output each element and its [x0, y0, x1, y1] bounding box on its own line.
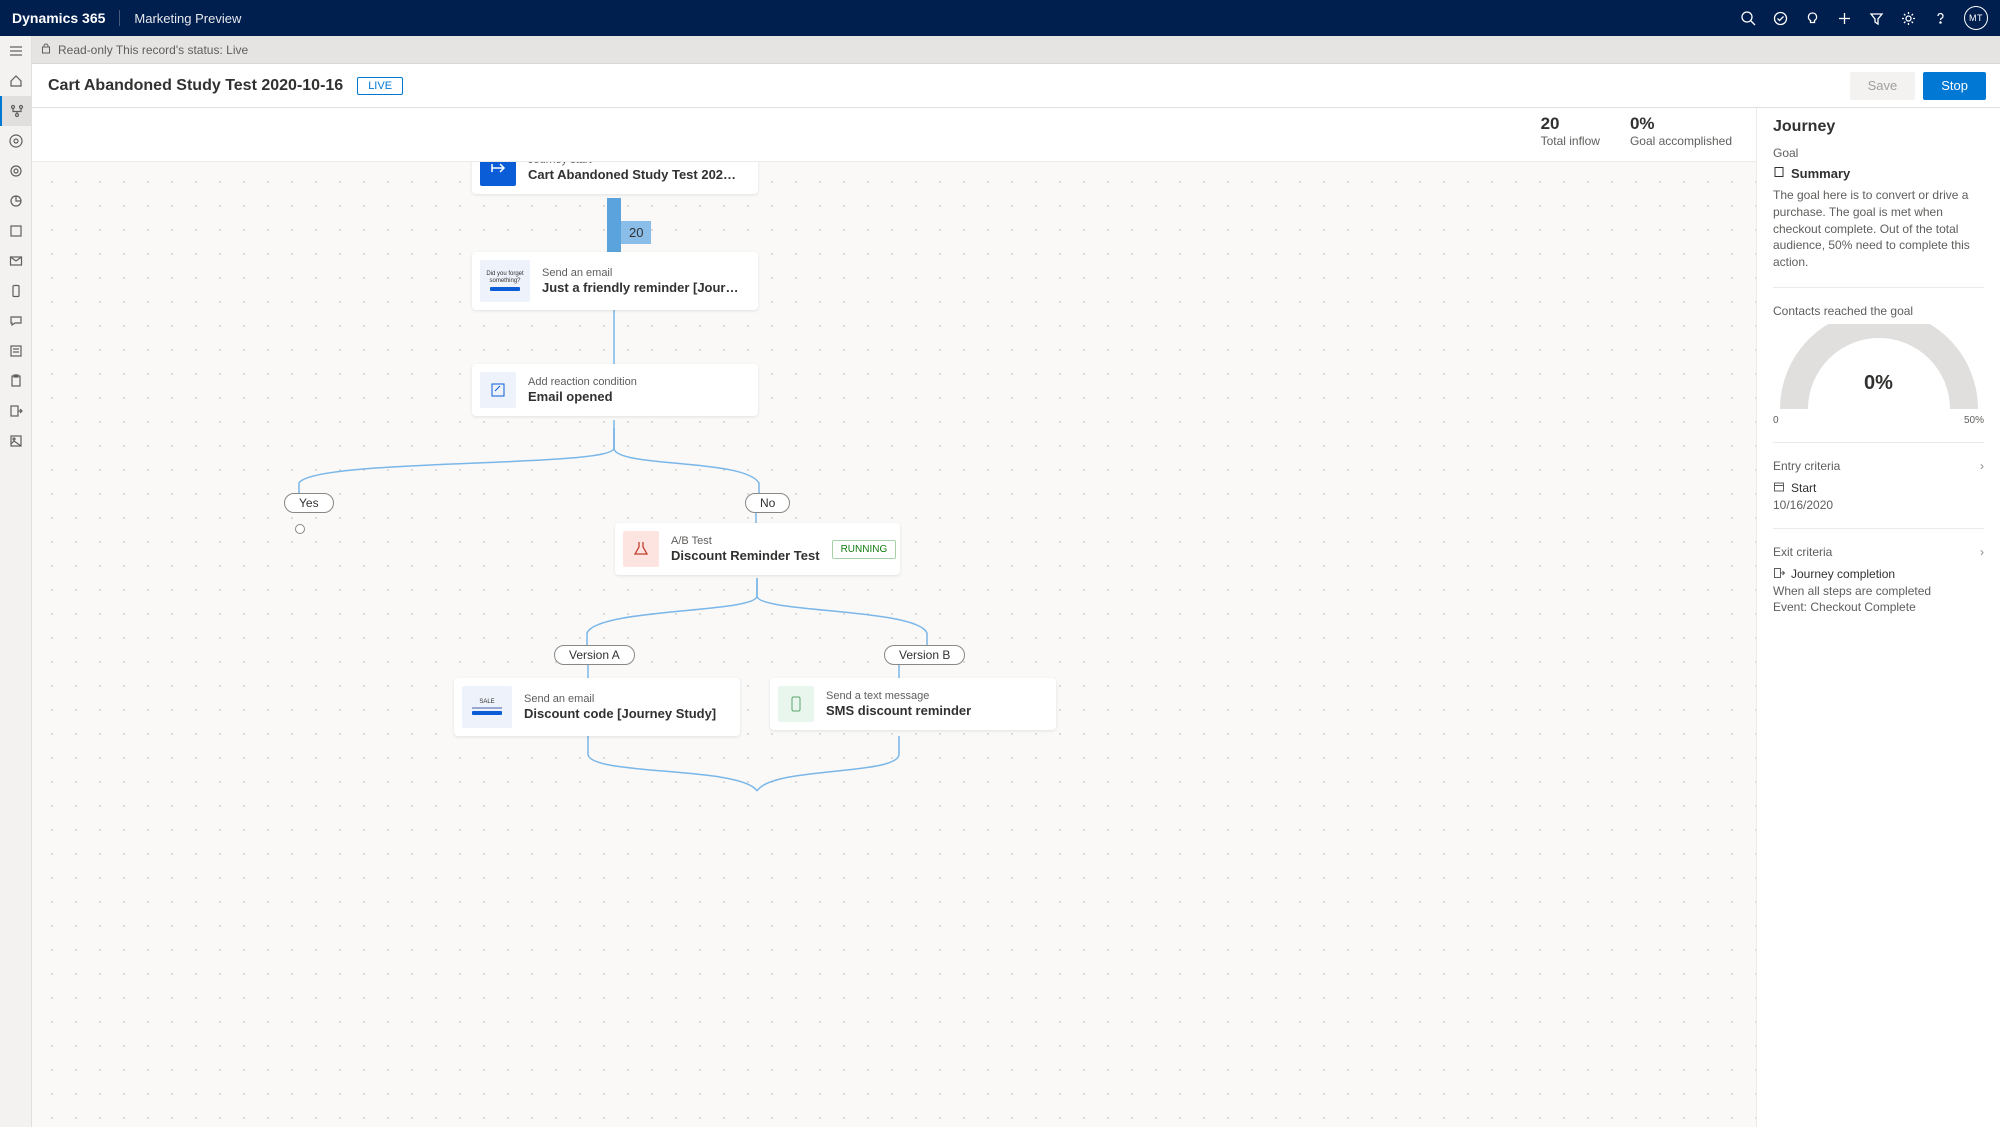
page-header: Cart Abandoned Study Test 2020-10-16 LIV…	[0, 64, 2000, 108]
nav-chat-icon[interactable]	[0, 306, 32, 336]
journey-canvas[interactable]: 20 Total inflow 0% Goal accomplished 20	[32, 108, 1756, 1127]
card-sub: Send an email	[524, 693, 716, 705]
card-title: Discount code [Journey Study]	[524, 706, 716, 721]
branch-no-pill[interactable]: No	[745, 493, 790, 513]
stat-goal-value: 0%	[1630, 114, 1732, 134]
goal-gauge: 0% 0 50%	[1773, 324, 1984, 426]
entry-start: Start	[1773, 481, 1984, 496]
nav-mail-icon[interactable]	[0, 246, 32, 276]
summary-heading: Summary	[1773, 166, 1984, 181]
version-a-pill[interactable]: Version A	[554, 645, 635, 665]
flow-count: 20	[621, 221, 651, 244]
card-title: Email opened	[528, 389, 637, 404]
help-icon[interactable]	[1924, 0, 1956, 36]
add-icon[interactable]	[1828, 0, 1860, 36]
stat-goal-label: Goal accomplished	[1630, 134, 1732, 148]
stat-inflow-label: Total inflow	[1541, 134, 1600, 148]
nav-box-icon[interactable]	[0, 216, 32, 246]
task-check-icon[interactable]	[1764, 0, 1796, 36]
nav-image-icon[interactable]	[0, 426, 32, 456]
card-send-email-1[interactable]: Did you forget something? Send an email …	[472, 252, 758, 310]
gauge-min: 0	[1773, 415, 1779, 426]
ab-test-icon	[623, 531, 659, 567]
card-sub: Send a text message	[826, 690, 971, 702]
stats-bar: 20 Total inflow 0% Goal accomplished	[32, 108, 1756, 162]
exit-icon	[1773, 567, 1785, 582]
page-title: Cart Abandoned Study Test 2020-10-16	[48, 77, 343, 95]
stop-button[interactable]: Stop	[1923, 72, 1986, 100]
nav-phone-icon[interactable]	[0, 276, 32, 306]
nav-home-icon[interactable]	[0, 66, 32, 96]
search-icon[interactable]	[1732, 0, 1764, 36]
stat-inflow-value: 20	[1541, 114, 1600, 134]
version-b-pill[interactable]: Version B	[884, 645, 965, 665]
branch-yes-end	[295, 524, 305, 534]
status-badge: LIVE	[357, 77, 403, 95]
left-nav-rail	[0, 36, 32, 1127]
nav-exit-icon[interactable]	[0, 396, 32, 426]
email-thumbnail: Did you forget something?	[480, 260, 530, 302]
card-condition[interactable]: Add reaction condition Email opened	[472, 364, 758, 416]
card-ab-test[interactable]: A/B Test Discount Reminder Test RUNNING	[615, 523, 900, 575]
module-name[interactable]: Marketing Preview	[134, 11, 241, 26]
nav-form-icon[interactable]	[0, 336, 32, 366]
nav-target-icon[interactable]	[0, 156, 32, 186]
card-sub: Send an email	[542, 267, 742, 279]
chevron-right-icon: ›	[1980, 545, 1984, 559]
email-thumbnail: SALE	[462, 686, 512, 728]
hamburger-icon[interactable]	[0, 36, 32, 66]
clipboard-icon	[1773, 166, 1785, 181]
sms-icon	[778, 686, 814, 722]
chevron-right-icon: ›	[1980, 459, 1984, 473]
gauge-max: 50%	[1964, 415, 1984, 426]
summary-text: The goal here is to convert or drive a p…	[1773, 187, 1984, 271]
entry-criteria-header[interactable]: Entry criteria ›	[1773, 459, 1984, 473]
card-title: Just a friendly reminder [Journ...	[542, 280, 742, 295]
branch-yes-pill[interactable]: Yes	[284, 493, 334, 513]
card-sub: Add reaction condition	[528, 376, 637, 388]
details-panel: Journey Goal Summary The goal here is to…	[1756, 108, 2000, 1127]
card-title: Discount Reminder Test	[671, 548, 820, 563]
card-version-a[interactable]: SALE Send an email Discount code [Journe…	[454, 678, 740, 736]
panel-title: Journey	[1773, 118, 1984, 136]
entry-date: 10/16/2020	[1773, 498, 1984, 512]
exit-criteria-header[interactable]: Exit criteria ›	[1773, 545, 1984, 559]
exit-line2: Event: Checkout Complete	[1773, 600, 1984, 614]
goal-label: Goal	[1773, 146, 1984, 160]
calendar-icon	[1773, 481, 1785, 496]
gauge-value: 0%	[1864, 372, 1893, 395]
condition-icon	[480, 372, 516, 408]
card-sub: A/B Test	[671, 535, 820, 547]
nav-journeys-icon[interactable]	[0, 96, 32, 126]
ab-status-badge: RUNNING	[832, 540, 897, 559]
global-nav: Dynamics 365 Marketing Preview MT	[0, 0, 2000, 36]
readonly-ribbon: Read-only This record's status: Live	[0, 36, 2000, 64]
card-version-b[interactable]: Send a text message SMS discount reminde…	[770, 678, 1056, 730]
filter-icon[interactable]	[1860, 0, 1892, 36]
exit-journey-completion: Journey completion	[1773, 567, 1984, 582]
save-button: Save	[1850, 72, 1916, 100]
nav-gear-icon[interactable]	[0, 126, 32, 156]
nav-pie-icon[interactable]	[0, 186, 32, 216]
lightbulb-icon[interactable]	[1796, 0, 1828, 36]
flow-bar	[607, 198, 621, 252]
user-avatar[interactable]: MT	[1964, 6, 1988, 30]
readonly-text: Read-only This record's status: Live	[58, 43, 248, 57]
gauge-label: Contacts reached the goal	[1773, 304, 1984, 318]
nav-clipboard-icon[interactable]	[0, 366, 32, 396]
stat-goal: 0% Goal accomplished	[1630, 114, 1732, 148]
stat-inflow: 20 Total inflow	[1541, 114, 1600, 148]
card-title: SMS discount reminder	[826, 703, 971, 718]
lock-icon	[40, 42, 52, 57]
exit-line1: When all steps are completed	[1773, 584, 1984, 598]
gear-icon[interactable]	[1892, 0, 1924, 36]
brand[interactable]: Dynamics 365	[12, 10, 120, 26]
card-title: Cart Abandoned Study Test 2020-10-16	[528, 167, 738, 182]
